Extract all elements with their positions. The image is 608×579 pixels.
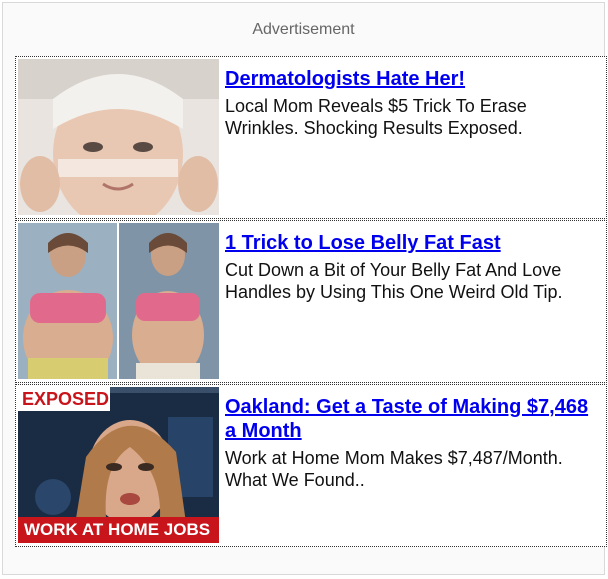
ad-thumbnail-wrinkle-face[interactable]	[18, 59, 219, 215]
ad-header-label: Advertisement	[252, 21, 355, 38]
ad-description: Work at Home Mom Makes $7,487/Month. Wha…	[225, 448, 563, 490]
ad-headline-link[interactable]: Oakland: Get a Taste of Making $7,468 a …	[225, 395, 600, 443]
ad-copy: 1 Trick to Lose Belly Fat Fast Cut Down …	[225, 231, 600, 303]
ad-copy: Oakland: Get a Taste of Making $7,468 a …	[225, 395, 600, 491]
ad-copy: Dermatologists Hate Her! Local Mom Revea…	[225, 67, 600, 139]
exposed-label: EXPOSED	[22, 389, 110, 409]
ad-item[interactable]: Dermatologists Hate Her! Local Mom Revea…	[15, 56, 607, 219]
work-at-home-text: WORK AT HOME JOBS	[24, 520, 211, 539]
ad-thumbnail-before-after[interactable]	[18, 223, 219, 379]
ad-description: Cut Down a Bit of Your Belly Fat And Lov…	[225, 260, 563, 302]
ad-thumbnail-news-anchor[interactable]: EXPOSED WORK AT HOME JOBS	[18, 387, 219, 543]
ad-item[interactable]: EXPOSED WORK AT HOME JOBS Oakland: Get a…	[15, 384, 607, 547]
ad-item[interactable]: 1 Trick to Lose Belly Fat Fast Cut Down …	[15, 220, 607, 383]
ad-description: Local Mom Reveals $5 Trick To Erase Wrin…	[225, 96, 527, 138]
work-at-home-banner: WORK AT HOME JOBS	[18, 517, 219, 543]
ad-headline-link[interactable]: Dermatologists Hate Her!	[225, 67, 600, 91]
ad-headline-link[interactable]: 1 Trick to Lose Belly Fat Fast	[225, 231, 600, 255]
